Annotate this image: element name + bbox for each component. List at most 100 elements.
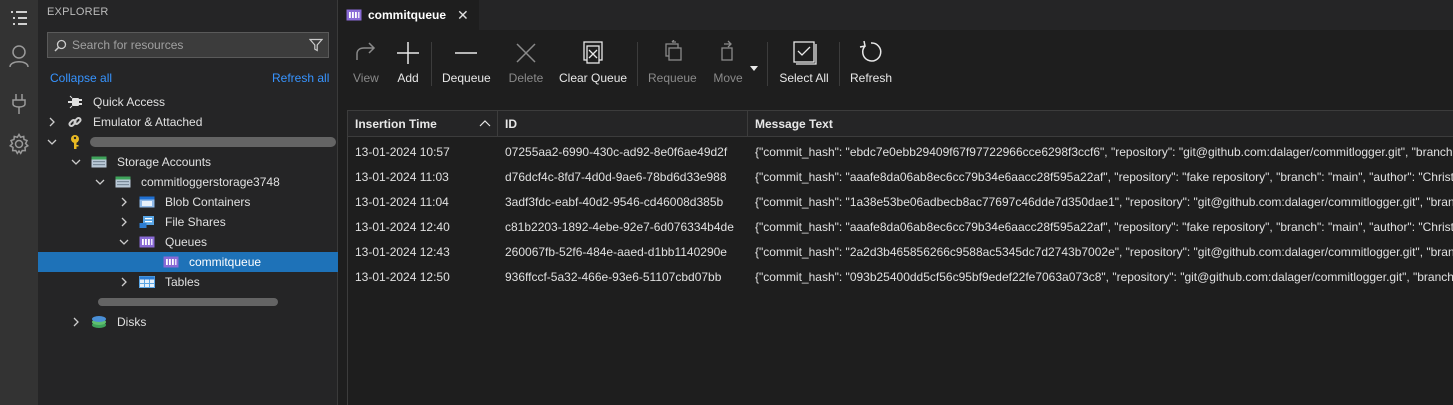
move-label: Move bbox=[713, 71, 743, 85]
table-row[interactable]: 13-01-2024 12:43 260067fb-52f6-484e-aaed… bbox=[348, 240, 1453, 265]
column-header-insertion-time[interactable]: Insertion Time bbox=[348, 111, 498, 137]
settings-gear-icon[interactable] bbox=[0, 126, 38, 162]
table-row[interactable]: 13-01-2024 12:40 c81b2203-1892-4ebe-92e7… bbox=[348, 215, 1453, 240]
redaction-mark bbox=[90, 137, 336, 147]
delete-x-icon bbox=[516, 43, 536, 63]
tab-close-icon[interactable]: ✕ bbox=[457, 7, 469, 24]
cell-message-text: {"commit_hash": "ebdc7e0ebb29409f67f9772… bbox=[755, 145, 1453, 159]
tree-item-emulator-attached[interactable]: Emulator & Attached bbox=[38, 112, 338, 132]
tree-item-label: Disks bbox=[117, 315, 147, 329]
chevron-right-icon[interactable] bbox=[118, 212, 130, 232]
explorer-title: EXPLORER bbox=[47, 6, 109, 18]
column-header-id[interactable]: ID bbox=[498, 111, 748, 137]
cell-insertion-time: 13-01-2024 11:04 bbox=[355, 195, 449, 209]
chevron-right-icon[interactable] bbox=[46, 112, 58, 132]
search-icon bbox=[48, 39, 72, 52]
filter-icon[interactable] bbox=[304, 38, 328, 52]
add-label: Add bbox=[397, 71, 419, 85]
tab-label: commitqueue bbox=[368, 8, 447, 22]
select-all-button[interactable]: Select All bbox=[778, 40, 830, 90]
refresh-button[interactable]: Refresh bbox=[850, 40, 892, 90]
toolbar-separator bbox=[839, 42, 840, 86]
toolbar-separator bbox=[637, 42, 638, 86]
tree-item-commitqueue[interactable]: commitqueue bbox=[38, 252, 338, 272]
chevron-down-icon[interactable] bbox=[46, 132, 58, 152]
refresh-icon bbox=[859, 40, 882, 62]
chevron-right-icon[interactable] bbox=[118, 272, 130, 292]
tree-item-label: Tables bbox=[165, 275, 200, 289]
select-all-label: Select All bbox=[779, 71, 829, 85]
tree-item-disks[interactable]: Disks bbox=[38, 312, 338, 332]
column-header-label: Message Text bbox=[755, 117, 833, 131]
collapse-all-link[interactable]: Collapse all bbox=[50, 71, 112, 85]
refresh-all-link[interactable]: Refresh all bbox=[272, 71, 329, 85]
delete-label: Delete bbox=[508, 71, 544, 85]
cell-id: 260067fb-52f6-484e-aaed-d1bb1140290e bbox=[505, 245, 727, 259]
cell-id: 3adf3fdc-eabf-40d2-9546-cd46008d385b bbox=[505, 195, 724, 209]
account-icon[interactable] bbox=[0, 38, 38, 74]
tree-item-storage-accounts[interactable]: Storage Accounts bbox=[38, 152, 338, 172]
cell-message-text: {"commit_hash": "1a38e53be06adbecb8ac776… bbox=[755, 195, 1453, 209]
chevron-right-icon[interactable] bbox=[118, 192, 130, 212]
cell-insertion-time: 13-01-2024 12:50 bbox=[355, 270, 450, 284]
search-input[interactable] bbox=[72, 38, 304, 52]
minus-icon bbox=[455, 52, 478, 54]
cell-message-text: {"commit_hash": "aaafe8da06ab8ec6cc79b34… bbox=[755, 220, 1453, 234]
activity-bar bbox=[0, 0, 38, 405]
table-row[interactable]: 13-01-2024 11:03 d76dcf4c-8fd7-4d0d-9ae6… bbox=[348, 165, 1453, 190]
tree-item-blob-containers[interactable]: Blob Containers bbox=[38, 192, 338, 212]
table-row[interactable]: 13-01-2024 12:50 936ffccf-5a32-466e-93e6… bbox=[348, 265, 1453, 290]
tree-item-storage-account[interactable]: commitloggerstorage3748 bbox=[38, 172, 338, 192]
tree-item-label: commitloggerstorage3748 bbox=[141, 175, 280, 189]
tree-item-label: Queues bbox=[165, 235, 208, 249]
view-button[interactable]: View bbox=[353, 40, 379, 90]
cell-insertion-time: 13-01-2024 10:57 bbox=[355, 145, 450, 159]
tree-item-tables[interactable]: Tables bbox=[38, 272, 338, 292]
sort-ascending-icon bbox=[479, 120, 491, 127]
chevron-right-icon[interactable] bbox=[70, 312, 82, 332]
move-dropdown-chevron-icon[interactable] bbox=[750, 61, 758, 75]
requeue-icon bbox=[665, 40, 683, 61]
table-row[interactable]: 13-01-2024 10:57 07255aa2-6990-430c-ad92… bbox=[348, 140, 1453, 165]
tree-item-label: File Shares bbox=[165, 215, 226, 229]
search-box bbox=[47, 32, 329, 58]
view-label: View bbox=[353, 71, 379, 85]
plus-icon bbox=[397, 42, 419, 64]
cell-id: d76dcf4c-8fd7-4d0d-9ae6-78bd6d33e988 bbox=[505, 170, 727, 184]
tab-commitqueue[interactable]: commitqueue ✕ bbox=[339, 0, 479, 30]
cell-insertion-time: 13-01-2024 12:43 bbox=[355, 245, 450, 259]
delete-button[interactable]: Delete bbox=[507, 40, 545, 90]
column-header-message-text[interactable]: Message Text bbox=[748, 111, 1453, 137]
tree-item-redacted[interactable] bbox=[38, 292, 338, 312]
tree-item-subscription[interactable] bbox=[38, 132, 338, 152]
tree-item-label: commitqueue bbox=[189, 255, 262, 269]
add-button[interactable]: Add bbox=[396, 40, 420, 90]
cell-insertion-time: 13-01-2024 11:03 bbox=[355, 170, 449, 184]
tree-item-queues[interactable]: Queues bbox=[38, 232, 338, 252]
chevron-down-icon[interactable] bbox=[118, 232, 130, 252]
column-header-label: Insertion Time bbox=[355, 117, 437, 131]
dequeue-button[interactable]: Dequeue bbox=[442, 40, 491, 90]
cell-id: 936ffccf-5a32-466e-93e6-51107cbd07bb bbox=[505, 270, 722, 284]
chevron-down-icon[interactable] bbox=[70, 152, 82, 172]
table-row[interactable]: 13-01-2024 11:04 3adf3fdc-eabf-40d2-9546… bbox=[348, 190, 1453, 215]
cell-message-text: {"commit_hash": "aaafe8da06ab8ec6cc79b34… bbox=[755, 170, 1453, 184]
tree-item-quick-access[interactable]: Quick Access bbox=[38, 92, 338, 112]
move-button[interactable]: Move bbox=[711, 40, 745, 90]
tree-item-label: Emulator & Attached bbox=[93, 115, 203, 129]
clear-queue-button[interactable]: Clear Queue bbox=[559, 40, 627, 90]
cell-id: 07255aa2-6990-430c-ad92-8e0f6ae49d2f bbox=[505, 145, 728, 159]
requeue-button[interactable]: Requeue bbox=[648, 40, 697, 90]
queues-icon bbox=[138, 232, 156, 252]
storage-accounts-icon bbox=[90, 152, 108, 172]
plug-icon[interactable] bbox=[0, 86, 38, 122]
select-all-icon bbox=[793, 41, 817, 65]
chevron-down-icon[interactable] bbox=[94, 172, 106, 192]
cell-insertion-time: 13-01-2024 12:40 bbox=[355, 220, 450, 234]
explorer-list-icon[interactable] bbox=[0, 0, 38, 36]
redaction-mark bbox=[98, 298, 278, 306]
toolbar-separator bbox=[431, 42, 432, 86]
tab-bar: commitqueue ✕ bbox=[339, 0, 1453, 30]
toolbar-separator bbox=[767, 42, 768, 86]
tree-item-file-shares[interactable]: File Shares bbox=[38, 212, 338, 232]
